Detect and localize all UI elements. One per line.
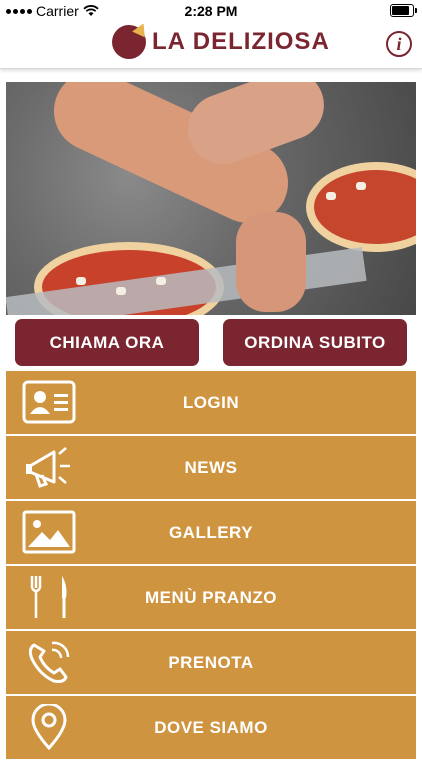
menu-item-lunch-menu[interactable]: MENÙ PRANZO xyxy=(6,566,416,629)
menu-item-login[interactable]: LOGIN xyxy=(6,371,416,434)
app-header: LA DELIZIOSA i xyxy=(0,22,422,69)
call-now-button[interactable]: CHIAMA ORA xyxy=(15,319,199,366)
order-now-button[interactable]: ORDINA SUBITO xyxy=(223,319,407,366)
fork-knife-icon xyxy=(21,572,77,622)
hero-image xyxy=(6,82,416,315)
menu-item-booking[interactable]: PRENOTA xyxy=(6,631,416,694)
main-menu: LOGIN NEWS GALLERY MENÙ PRANZO PRENOTA D… xyxy=(6,371,416,761)
contact-card-icon xyxy=(21,377,77,427)
status-bar: Carrier 2:28 PM xyxy=(0,0,422,22)
menu-item-label: NEWS xyxy=(184,457,238,477)
battery-icon xyxy=(390,4,417,17)
menu-item-label: PRENOTA xyxy=(168,652,254,672)
phone-icon xyxy=(21,637,77,687)
menu-item-label: GALLERY xyxy=(168,522,254,542)
brand-logo: LA DELIZIOSA xyxy=(112,25,330,59)
menu-item-label: DOVE SIAMO xyxy=(154,717,268,737)
image-icon xyxy=(21,507,77,557)
location-pin-icon xyxy=(21,702,77,752)
menu-item-gallery[interactable]: GALLERY xyxy=(6,501,416,564)
info-button[interactable]: i xyxy=(386,31,412,57)
megaphone-icon xyxy=(21,442,77,492)
menu-item-news[interactable]: NEWS xyxy=(6,436,416,499)
menu-item-label: MENÙ PRANZO xyxy=(144,587,278,607)
menu-item-label: LOGIN xyxy=(182,392,240,412)
brand-name: LA DELIZIOSA xyxy=(152,28,330,55)
pizza-logo-icon xyxy=(112,25,146,59)
clock: 2:28 PM xyxy=(184,3,238,19)
